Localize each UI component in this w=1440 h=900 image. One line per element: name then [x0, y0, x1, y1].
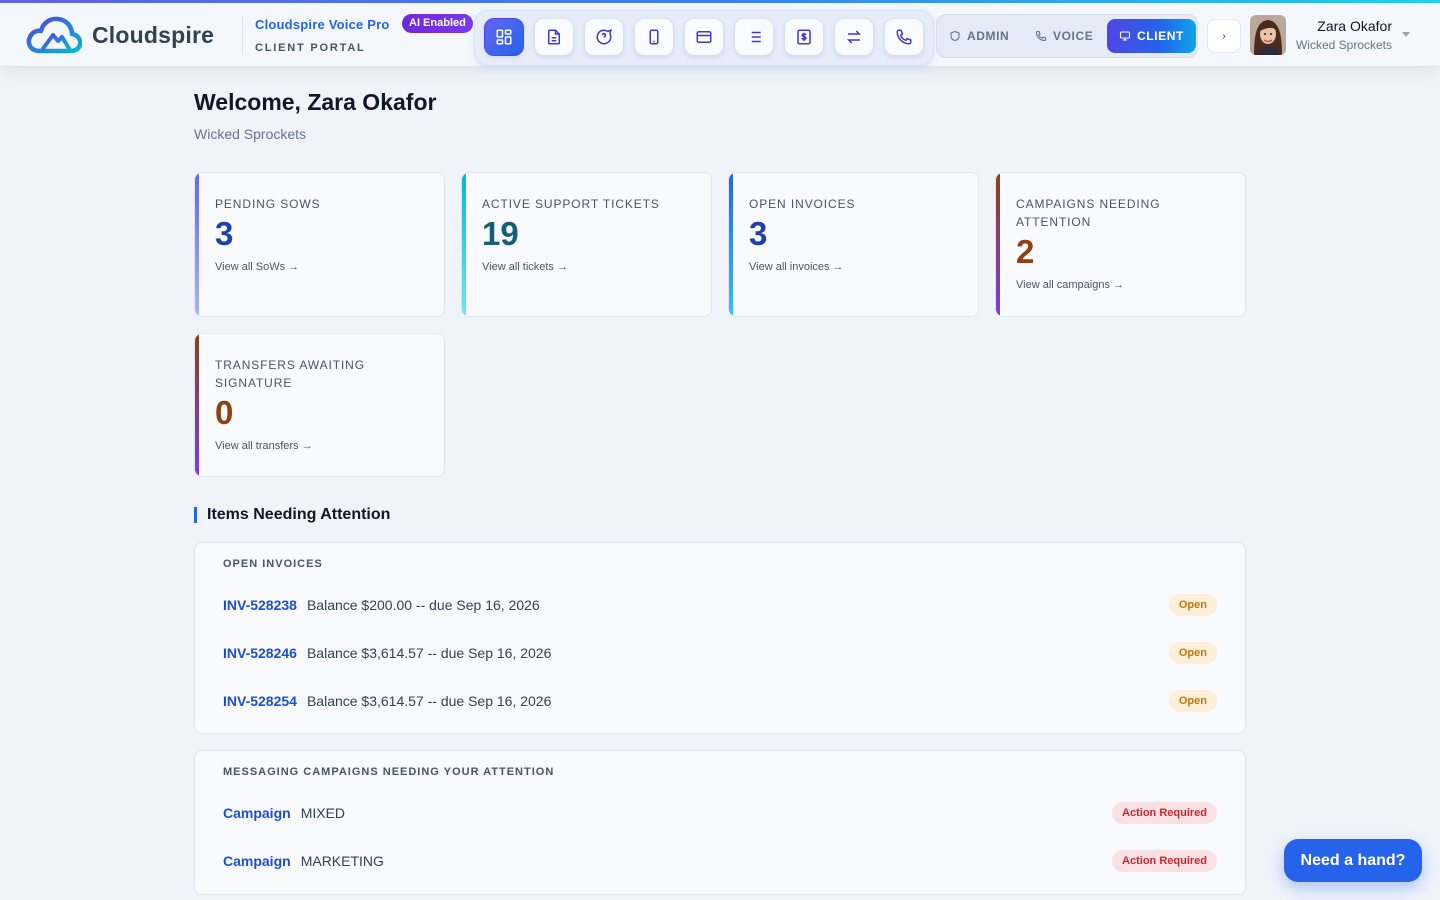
- mode-admin-button[interactable]: ADMIN: [949, 19, 1009, 53]
- panel-title: OPEN INVOICES: [223, 558, 323, 570]
- stat-card-open-invoices[interactable]: OPEN INVOICES 3 View all invoices →: [728, 172, 979, 317]
- product-name: Cloudspire Voice Pro: [255, 17, 390, 32]
- list-item: INV-528238 Balance $200.00 -- due Sep 16…: [223, 593, 1217, 617]
- stat-label: ACTIVE SUPPORT TICKETS: [482, 197, 660, 211]
- document-icon: [548, 29, 560, 45]
- mode-client-label: CLIENT: [1137, 29, 1184, 43]
- support-chat-icon: [596, 29, 612, 45]
- phone-icon: [896, 29, 912, 45]
- transfer-icon: [846, 30, 862, 44]
- shield-icon: [950, 30, 960, 42]
- view-all-sows-link[interactable]: View all SoWs →: [215, 261, 299, 273]
- list-icon: [748, 31, 761, 43]
- panel-title: MESSAGING CAMPAIGNS NEEDING YOUR ATTENTI…: [223, 766, 555, 778]
- nav-devices-button[interactable]: [634, 18, 674, 56]
- stat-value: 3: [749, 215, 768, 252]
- stat-accent-bar: [729, 173, 733, 316]
- invoice-link[interactable]: INV-528246: [223, 645, 297, 661]
- product-block: Cloudspire Voice Pro AI Enabled CLIENT P…: [255, 14, 473, 54]
- invoice-link[interactable]: INV-528238: [223, 597, 297, 613]
- campaign-type: MARKETING: [300, 853, 384, 869]
- open-invoices-panel: OPEN INVOICES INV-528238 Balance $200.00…: [194, 542, 1246, 734]
- nav-invoices-button[interactable]: [784, 18, 824, 56]
- nav-support-button[interactable]: [584, 18, 624, 56]
- app-header: Cloudspire Cloudspire Voice Pro AI Enabl…: [0, 3, 1440, 67]
- section-title: Items Needing Attention: [194, 507, 390, 523]
- campaign-link[interactable]: Campaign: [223, 805, 291, 821]
- stat-accent-bar: [195, 334, 199, 476]
- nav-dashboard-button[interactable]: [484, 18, 524, 56]
- invoice-balance: Balance $3,614.57 -- due Sep 16, 2026: [306, 645, 552, 661]
- user-org: Wicked Sprockets: [1295, 38, 1392, 52]
- view-all-invoices-link[interactable]: View all invoices →: [749, 261, 844, 273]
- nav-documents-button[interactable]: [534, 18, 574, 56]
- list-item: INV-528246 Balance $3,614.57 -- due Sep …: [223, 641, 1217, 665]
- monitor-icon: [1119, 31, 1131, 41]
- stat-accent-bar: [996, 173, 1000, 316]
- brand-logo[interactable]: Cloudspire: [26, 15, 214, 55]
- list-item: Campaign MIXED Action Required: [223, 801, 1217, 825]
- stat-card-pending-sows[interactable]: PENDING SOWS 3 View all SoWs →: [194, 172, 445, 317]
- avatar[interactable]: [1250, 15, 1286, 55]
- view-all-tickets-link[interactable]: View all tickets →: [482, 261, 568, 273]
- campaign-type: MIXED: [300, 805, 346, 821]
- mode-switcher: ADMIN VOICE CLIENT: [936, 14, 1198, 58]
- invoice-balance: Balance $3,614.57 -- due Sep 16, 2026: [306, 693, 552, 709]
- stat-value: 3: [215, 215, 234, 252]
- page-title: Welcome, Zara Okafor: [194, 89, 437, 115]
- stat-value: 19: [482, 215, 519, 252]
- invoice-link[interactable]: INV-528254: [223, 693, 297, 709]
- stat-label: PENDING SOWS: [215, 197, 321, 211]
- stat-value: 0: [215, 394, 234, 431]
- nav-transfers-button[interactable]: [834, 18, 874, 56]
- user-name[interactable]: Zara Okafor: [1317, 18, 1392, 34]
- stat-accent-bar: [195, 173, 199, 316]
- header-divider: [242, 17, 243, 55]
- stat-card-support-tickets[interactable]: ACTIVE SUPPORT TICKETS 19 View all ticke…: [461, 172, 712, 317]
- list-item: Campaign MARKETING Action Required: [223, 849, 1217, 873]
- help-button[interactable]: Need a hand?: [1284, 839, 1422, 882]
- invoice-balance: Balance $200.00 -- due Sep 16, 2026: [306, 597, 540, 613]
- mode-voice-button[interactable]: VOICE: [1035, 19, 1093, 53]
- campaign-link[interactable]: Campaign: [223, 853, 291, 869]
- campaigns-panel: MESSAGING CAMPAIGNS NEEDING YOUR ATTENTI…: [194, 750, 1246, 895]
- mode-admin-label: ADMIN: [967, 29, 1010, 43]
- status-badge: Open: [1168, 642, 1217, 664]
- chevron-right-icon: ›: [1222, 30, 1226, 42]
- stat-card-campaigns[interactable]: CAMPAIGNS NEEDING ATTENTION 2 View all c…: [995, 172, 1246, 317]
- nav-billing-button[interactable]: [684, 18, 724, 56]
- status-badge: Action Required: [1112, 850, 1217, 872]
- nav-list-button[interactable]: [734, 18, 774, 56]
- portal-label: CLIENT PORTAL: [255, 42, 366, 54]
- billing-card-icon: [696, 31, 712, 43]
- device-icon: [649, 29, 659, 45]
- dashboard-icon: [496, 29, 512, 45]
- collapse-toggle-button[interactable]: ›: [1207, 19, 1241, 53]
- phone-icon: [1035, 30, 1047, 42]
- view-all-campaigns-link[interactable]: View all campaigns →: [1016, 279, 1124, 291]
- main-nav-toolbar: [474, 10, 934, 66]
- stat-label: CAMPAIGNS NEEDING ATTENTION: [1016, 197, 1161, 229]
- stat-value: 2: [1016, 233, 1035, 270]
- cloud-logo-icon: [26, 16, 82, 54]
- mode-client-button[interactable]: CLIENT: [1107, 19, 1196, 53]
- ai-enabled-badge: AI Enabled: [402, 14, 473, 33]
- status-badge: Open: [1168, 690, 1217, 712]
- list-item: INV-528254 Balance $3,614.57 -- due Sep …: [223, 689, 1217, 713]
- status-badge: Action Required: [1112, 802, 1217, 824]
- stat-accent-bar: [462, 173, 466, 316]
- stat-card-transfers[interactable]: TRANSFERS AWAITING SIGNATURE 0 View all …: [194, 333, 445, 477]
- brand-name: Cloudspire: [92, 21, 215, 48]
- chevron-down-icon[interactable]: [1402, 32, 1410, 37]
- status-badge: Open: [1168, 594, 1217, 616]
- invoice-icon: [797, 29, 811, 45]
- view-all-transfers-link[interactable]: View all transfers →: [215, 440, 313, 452]
- nav-voice-button[interactable]: [884, 18, 924, 56]
- page-subtitle: Wicked Sprockets: [194, 126, 307, 142]
- user-photo-icon: [1250, 15, 1286, 55]
- stat-label: TRANSFERS AWAITING SIGNATURE: [215, 358, 365, 390]
- stat-label: OPEN INVOICES: [749, 197, 856, 211]
- mode-voice-label: VOICE: [1053, 29, 1094, 43]
